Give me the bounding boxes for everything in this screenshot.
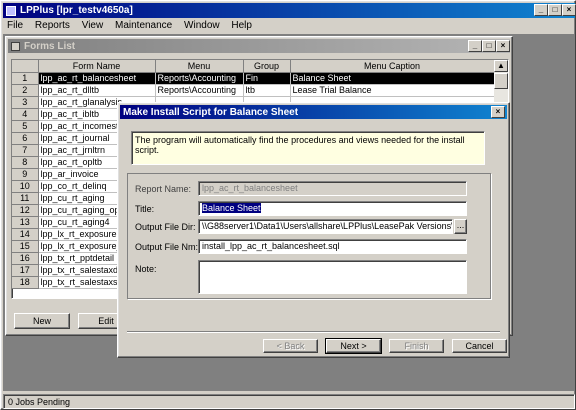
scroll-up-button[interactable]: ▲ [494, 60, 508, 72]
title-input-value: Balance Sheet [202, 203, 261, 213]
scroll-thumb[interactable] [494, 73, 508, 89]
row-number-cell[interactable]: 5 [12, 120, 39, 133]
col-rownum[interactable] [12, 60, 39, 73]
row-number-cell[interactable]: 11 [12, 192, 39, 205]
output-nm-label: Output File Nm: [135, 242, 199, 252]
status-jobs: 0 Jobs Pending [8, 397, 71, 407]
col-group[interactable]: Group [243, 60, 291, 73]
row-number-cell[interactable]: 16 [12, 252, 39, 265]
close-button[interactable]: × [562, 4, 576, 16]
dialog-titlebar[interactable]: Make Install Script for Balance Sheet × [120, 105, 507, 119]
menu-reports[interactable]: Reports [35, 20, 70, 31]
row-number-cell[interactable]: 18 [12, 276, 39, 289]
menu-view[interactable]: View [82, 20, 104, 31]
row-number-cell[interactable]: 15 [12, 240, 39, 253]
dialog-separator [127, 331, 500, 333]
forms-maximize-button[interactable]: □ [482, 40, 496, 52]
minimize-button[interactable]: _ [534, 4, 548, 16]
forms-close-button[interactable]: × [496, 40, 510, 52]
app-title: LPPlus [lpr_testv4650a] [20, 5, 133, 16]
forms-list-title: Forms List [24, 40, 76, 52]
forms-minimize-button[interactable]: _ [468, 40, 482, 52]
row-number-cell[interactable]: 7 [12, 144, 39, 157]
install-script-dialog: Make Install Script for Balance Sheet × … [117, 102, 510, 358]
row-number-cell[interactable]: 6 [12, 132, 39, 145]
app-titlebar[interactable]: LPPlus [lpr_testv4650a] _ □ × [3, 3, 576, 18]
output-dir-input[interactable]: \\G88server1\Data1\Users\allshare\LPPlus… [198, 219, 453, 234]
title-label: Title: [135, 204, 155, 214]
col-menu[interactable]: Menu [155, 60, 244, 73]
cancel-button[interactable]: Cancel [452, 339, 507, 353]
row-number-cell[interactable]: 3 [12, 96, 39, 109]
forms-list-icon [11, 41, 20, 51]
dialog-info-text: The program will automatically find the … [135, 135, 465, 155]
menu-bar: File Reports View Maintenance Window Hel… [7, 20, 567, 33]
row-number-cell[interactable]: 9 [12, 168, 39, 181]
group-cell[interactable]: ltb [243, 84, 291, 97]
menu-cell[interactable]: Reports\Accounting [155, 84, 244, 97]
back-button[interactable]: < Back [263, 339, 318, 353]
row-number-cell[interactable]: 14 [12, 228, 39, 241]
report-name-field: lpp_ac_rt_balancesheet [198, 181, 467, 196]
table-row[interactable]: 1 lpp_ac_rt_balancesheet Reports\Accountin… [12, 72, 495, 85]
dialog-close-button[interactable]: × [491, 106, 505, 118]
group-cell[interactable]: Fin [243, 72, 291, 85]
row-number-cell[interactable]: 10 [12, 180, 39, 193]
row-number-cell[interactable]: 4 [12, 108, 39, 121]
browse-button[interactable]: ... [454, 219, 467, 234]
app-icon [6, 5, 16, 16]
row-number-cell[interactable]: 12 [12, 204, 39, 217]
next-button[interactable]: Next > [325, 338, 382, 354]
row-number-cell[interactable]: 8 [12, 156, 39, 169]
output-nm-input[interactable]: install_lpp_ac_rt_balancesheet.sql [198, 239, 467, 254]
row-number-cell[interactable]: 1 [12, 72, 39, 85]
row-number-cell[interactable]: 17 [12, 264, 39, 277]
menu-cell[interactable]: Reports\Accounting [155, 72, 244, 85]
menu-file[interactable]: File [7, 20, 23, 31]
menu-maintenance[interactable]: Maintenance [115, 20, 172, 31]
note-label: Note: [135, 264, 157, 274]
row-number-cell[interactable]: 13 [12, 216, 39, 229]
report-name-label: Report Name: [135, 184, 192, 194]
dialog-info-box: The program will automatically find the … [131, 131, 485, 165]
dialog-title: Make Install Script for Balance Sheet [123, 106, 299, 118]
new-button[interactable]: New [14, 313, 70, 329]
maximize-button[interactable]: □ [548, 4, 562, 16]
forms-list-titlebar[interactable]: Forms List _ □ × [8, 39, 510, 53]
title-input[interactable]: Balance Sheet [198, 201, 467, 216]
finish-button[interactable]: Finish [389, 339, 444, 353]
col-form-name[interactable]: Form Name [38, 60, 156, 73]
col-menu-caption[interactable]: Menu Caption [290, 60, 495, 73]
row-number-cell[interactable]: 2 [12, 84, 39, 97]
output-dir-label: Output File Dir: [135, 222, 196, 232]
forms-grid-header: Form Name Menu Group Menu Caption [12, 60, 495, 73]
form-name-cell[interactable]: lpp_ac_rt_balancesheet [38, 72, 156, 85]
menu-help[interactable]: Help [231, 20, 252, 31]
menu-window[interactable]: Window [184, 20, 220, 31]
table-row[interactable]: 2 lpp_ac_rt_dlltb Reports\Accounting ltb Lea… [12, 84, 495, 97]
caption-cell[interactable]: Balance Sheet [290, 72, 495, 85]
caption-cell[interactable]: Lease Trial Balance [290, 84, 495, 97]
note-input[interactable] [198, 260, 467, 294]
status-bar: 0 Jobs Pending [3, 394, 575, 409]
form-name-cell[interactable]: lpp_ac_rt_dlltb [38, 84, 156, 97]
